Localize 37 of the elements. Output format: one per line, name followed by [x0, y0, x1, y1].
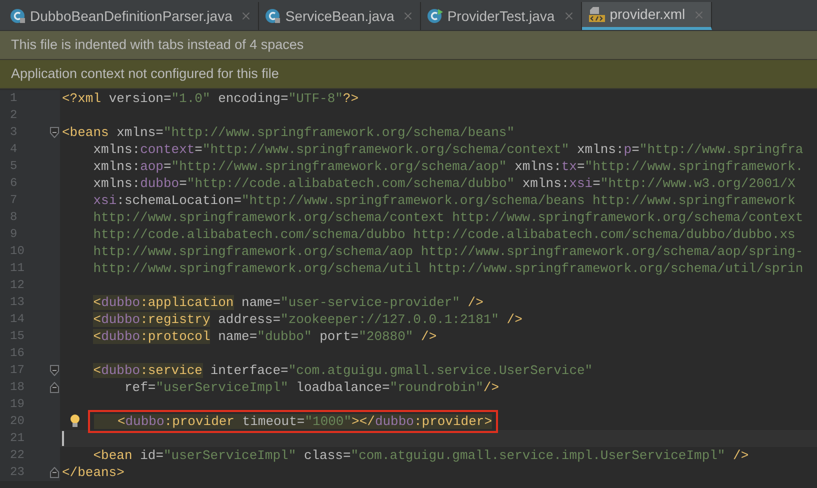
lightbulb-icon[interactable] — [70, 414, 80, 428]
code-line: xmlns:context="http://www.springframework.org/schema/context" xmlns:p="http://www.springfra — [92, 141, 804, 158]
editor-tab[interactable]: ServiceBean.java — [259, 2, 422, 30]
code-line: <bean id="userServiceImpl" class="com.atguigu.gmall.service.impl.UserServiceImpl" /> — [92, 447, 749, 464]
code-line: <dubbo:protocol name="dubbo" port="20880" /> — [92, 328, 437, 345]
editor-tab[interactable]: ProviderTest.java — [421, 2, 582, 30]
code-line: http://www.springframework.org/schema/context http://www.springframework.org/schema/context — [92, 209, 804, 226]
editor-tab[interactable]: DubboBeanDefinitionParser.java — [4, 2, 260, 30]
code-line: <?xml version="1.0" encoding="UTF-8"?> — [62, 90, 359, 107]
code-line: http://code.alibabatech.com/schema/dubbo http://code.alibabatech.com/schema/dubbo/dubbo.xs — [92, 226, 796, 243]
notification-text: Application context not configured for this file — [11, 64, 279, 83]
notification-text: This file is indented with tabs instead of 4 spaces — [11, 36, 304, 54]
text-cursor — [62, 431, 64, 446]
code-line: <dubbo:service interface="com.atguigu.gmall.service.UserService" — [92, 362, 593, 379]
code-line: xmlns:aop="http://www.springframework.org/schema/aop" xmlns:tx="http://www.springframework. — [92, 158, 804, 175]
code-line: http://www.springframework.org/schema/util http://www.springframework.org/schema/util/sprin — [92, 260, 804, 277]
code-line: xsi:schemaLocation="http://www.springframework.org/schema/beans http://www.springframework — [92, 192, 796, 209]
tab-label: provider.xml — [610, 5, 686, 24]
code-line: xmlns:dubbo="http://code.alibabatech.com/schema/dubbo" xmlns:xsi="http://www.w3.org/2001/X — [92, 175, 796, 192]
code-line: <dubbo:registry address="zookeeper://127.0.0.1:2181" /> — [92, 311, 522, 328]
code-line: ref="userServiceImpl" loadbalance="roundrobin"/> — [124, 379, 500, 396]
class-icon — [10, 8, 26, 24]
code-line: <beans xmlns="http://www.springframework.org/schema/beans" — [62, 124, 515, 141]
editor-tab[interactable]: provider.xml — [582, 2, 712, 30]
xml-file-icon — [588, 6, 606, 22]
fold-start-icon[interactable] — [50, 127, 59, 138]
code-line: http://www.springframework.org/schema/aop http://www.springframework.org/schema/aop/spring- — [92, 243, 804, 260]
code-line: </beans> — [62, 464, 124, 481]
fold-end-icon[interactable] — [50, 467, 59, 478]
tab-label: ServiceBean.java — [285, 6, 394, 26]
code-line: <dubbo:application name="user-service-provider" /> — [92, 294, 484, 311]
fold-start-icon[interactable] — [50, 365, 59, 376]
test-class-icon — [427, 8, 444, 24]
tab-label: DubboBeanDefinitionParser.java — [30, 6, 232, 26]
class-icon — [265, 8, 282, 24]
tab-label: ProviderTest.java — [447, 6, 555, 26]
fold-end-icon[interactable] — [50, 382, 59, 393]
